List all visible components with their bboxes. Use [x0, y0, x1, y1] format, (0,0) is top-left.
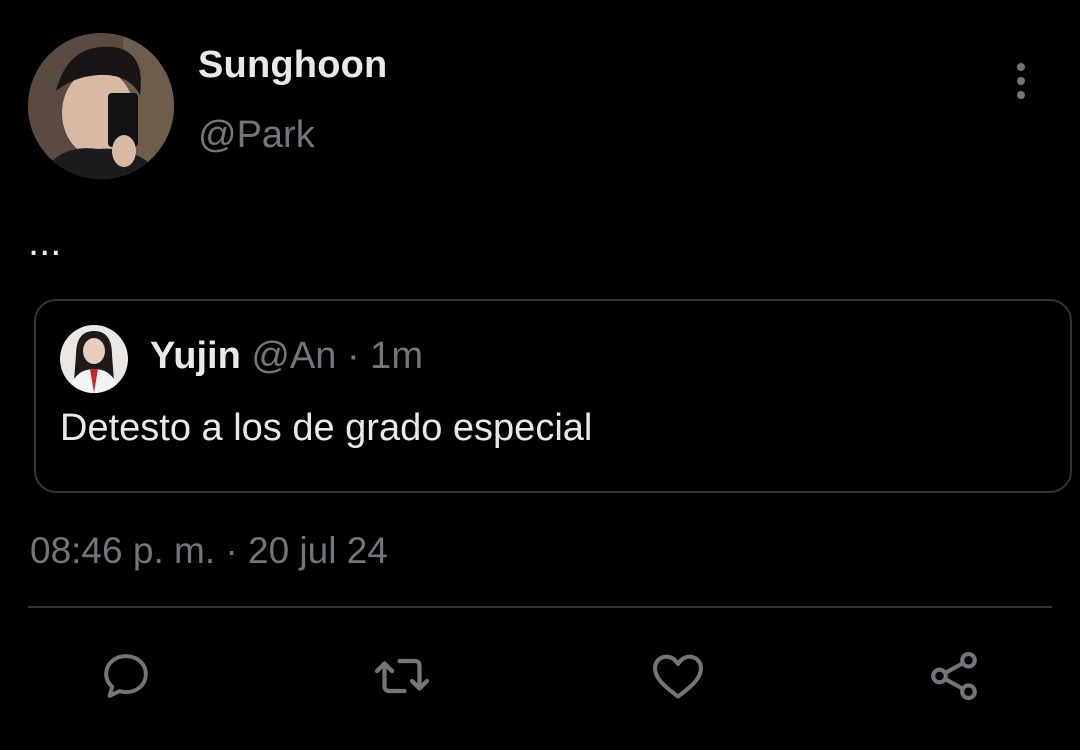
author-avatar-image — [28, 33, 174, 179]
retweet-icon — [374, 658, 430, 694]
quoted-avatar-image — [60, 325, 128, 393]
quoted-tweet-text: Detesto a los de grado especial — [60, 407, 593, 449]
tweet-text: ... — [28, 220, 62, 264]
quoted-tweet-card[interactable]: Yujin @An · 1m Detesto a los de grado es… — [34, 299, 1072, 493]
tweet-timestamp[interactable]: 08:46 p. m. · 20 jul 24 — [30, 530, 388, 572]
like-button[interactable] — [648, 646, 708, 706]
reply-button[interactable] — [96, 646, 156, 706]
more-dot — [1017, 77, 1025, 85]
quoted-author-avatar[interactable] — [60, 325, 128, 393]
share-icon — [931, 651, 977, 701]
quoted-tweet-header: Yujin @An · 1m — [150, 335, 423, 378]
heart-icon — [652, 654, 704, 699]
more-options-icon[interactable] — [1004, 58, 1038, 104]
more-dot — [1017, 91, 1025, 99]
retweet-button[interactable] — [372, 646, 432, 706]
share-button[interactable] — [924, 646, 984, 706]
quoted-author-name[interactable]: Yujin — [150, 335, 241, 377]
quoted-author-meta: @An · 1m — [251, 335, 423, 377]
divider — [28, 606, 1052, 608]
author-handle[interactable]: @Park — [198, 114, 315, 157]
more-dot — [1017, 63, 1025, 71]
reply-icon — [104, 654, 148, 698]
author-display-name[interactable]: Sunghoon — [198, 44, 387, 87]
author-avatar[interactable] — [28, 33, 174, 179]
